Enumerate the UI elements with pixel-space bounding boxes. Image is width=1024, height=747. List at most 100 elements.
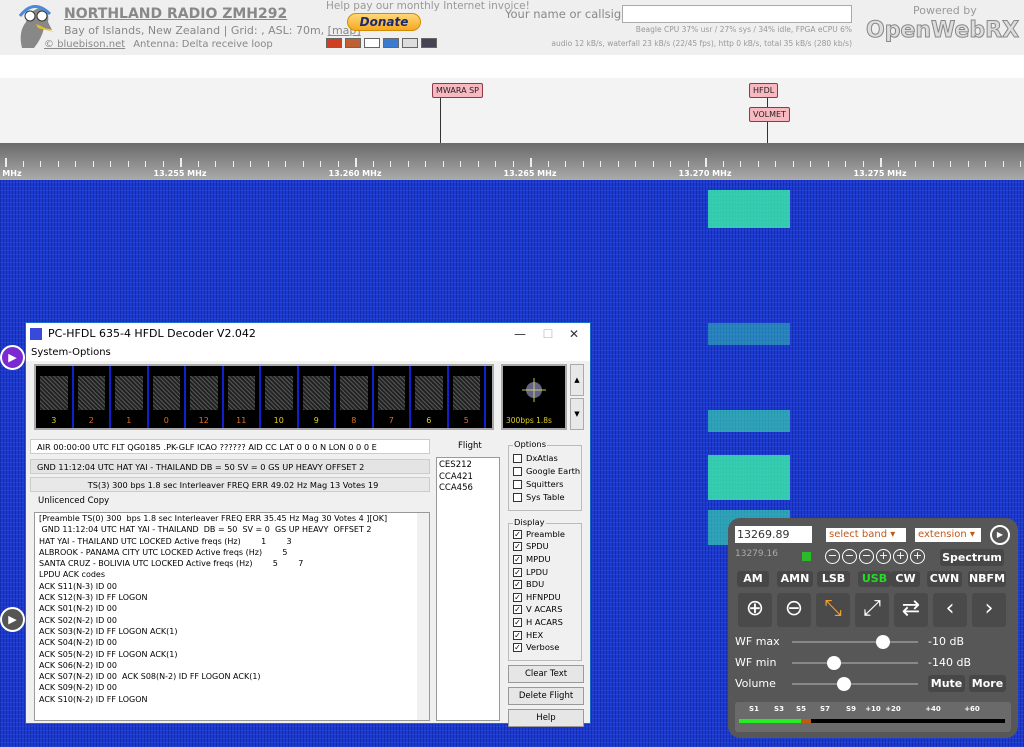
band-select[interactable]: select band ▾ (826, 528, 906, 542)
plus-icon[interactable]: + (876, 549, 891, 564)
flight-list[interactable]: CES212 CCA421 CCA456 (436, 457, 500, 721)
checkbox-icon[interactable]: ✓ (513, 554, 522, 564)
lock-icon[interactable] (802, 552, 811, 561)
checkbox-icon[interactable]: ✓ (513, 630, 522, 640)
flight-item[interactable]: CCA421 (439, 472, 497, 484)
checkbox-icon[interactable] (513, 467, 522, 476)
minimize-button[interactable]: — (506, 323, 534, 345)
scroll-down-button[interactable]: ▼ (570, 398, 584, 430)
wf-min-slider[interactable] (792, 656, 918, 670)
option-checkbox[interactable]: Google Earth (509, 465, 581, 478)
mode-am-button[interactable]: AM (737, 571, 769, 587)
slot-signal (40, 376, 68, 410)
scale-tick (92, 161, 94, 167)
display-checkbox[interactable]: ✓ HEX (509, 629, 581, 642)
display-checkbox[interactable]: ✓ MPDU (509, 553, 581, 566)
bookmark-volmet[interactable]: VOLMET (749, 107, 790, 122)
display-checkbox[interactable]: ✓ HFNPDU (509, 591, 581, 604)
wf-max-slider[interactable] (792, 635, 918, 649)
checkbox-icon[interactable]: ✓ (513, 605, 522, 615)
help-button[interactable]: Help (508, 709, 584, 727)
checkbox-icon[interactable]: ✓ (513, 542, 522, 552)
scale-tick (180, 158, 182, 167)
display-checkbox[interactable]: ✓ Verbose (509, 641, 581, 654)
donate-button[interactable]: Donate (347, 13, 421, 31)
copyright-link[interactable]: © bluebison.net (44, 39, 125, 50)
log-line: ACK S10(N-2) ID FF LOGON (39, 694, 148, 704)
openwebrx-logo[interactable]: OpenWebRX (865, 18, 1019, 44)
extension-select[interactable]: extension ▾ (915, 528, 981, 542)
slider-knob[interactable] (875, 635, 890, 649)
menu-system-options[interactable]: System-Options (26, 345, 590, 361)
delete-flight-button[interactable]: Delete Flight (508, 687, 584, 705)
window-titlebar[interactable]: PC-HFDL 635-4 HFDL Decoder V2.042 — ☐ ✕ (26, 323, 590, 345)
mode-usb-button[interactable]: USB (858, 571, 891, 587)
checkbox-icon[interactable]: ✓ (513, 567, 522, 577)
minus-icon[interactable]: − (825, 549, 840, 564)
zoom-in-icon[interactable]: ⊕ (738, 593, 772, 627)
more-button[interactable]: More (969, 675, 1006, 692)
scale-tick (250, 161, 251, 167)
step-left-icon[interactable]: ‹ (933, 593, 967, 627)
display-checkbox[interactable]: ✓ H ACARS (509, 616, 581, 629)
option-checkbox[interactable]: Sys Table (509, 491, 581, 504)
mode-lsb-button[interactable]: LSB (817, 571, 850, 587)
maximize-button[interactable]: ☐ (534, 323, 562, 345)
volume-slider[interactable] (792, 677, 918, 691)
spectrum-button[interactable]: Spectrum (940, 549, 1004, 566)
checkbox-icon[interactable]: ✓ (513, 592, 522, 602)
constellation-plot (522, 378, 546, 402)
option-checkbox[interactable]: DxAtlas (509, 452, 581, 465)
slider-knob[interactable] (836, 677, 851, 691)
flight-item[interactable]: CCA456 (439, 483, 497, 495)
minus-icon[interactable]: − (842, 549, 857, 564)
left-panel-toggle-2[interactable]: ▶ (0, 607, 25, 632)
log-scrollbar[interactable] (417, 513, 429, 720)
option-checkbox[interactable]: Squitters (509, 478, 581, 491)
display-checkbox[interactable]: ✓ Preamble (509, 528, 581, 541)
swap-icon[interactable]: ⇄ (894, 593, 928, 627)
slider-knob[interactable] (826, 656, 841, 670)
flight-item[interactable]: CES212 (439, 460, 497, 472)
checkbox-icon[interactable]: ✓ (513, 529, 522, 539)
bookmark-mwara-sp[interactable]: MWARA SP (432, 83, 483, 98)
mode-amn-button[interactable]: AMN (777, 571, 813, 587)
checkbox-icon[interactable]: ✓ (513, 617, 522, 627)
frequency-scale[interactable]: 50 MHz 13.255 MHz 13.260 MHz 13.265 MHz … (0, 143, 1024, 301)
clear-text-button[interactable]: Clear Text (508, 665, 584, 683)
mode-cwn-button[interactable]: CWN (927, 571, 962, 587)
plus-icon[interactable]: + (893, 549, 908, 564)
callsign-input[interactable] (622, 5, 852, 23)
zoom-full-icon[interactable]: ⤢ (855, 593, 889, 627)
mode-cw-button[interactable]: CW (891, 571, 920, 587)
frequency-input[interactable]: 13269.89 (735, 526, 812, 543)
decoder-log[interactable]: [Preamble TS(0) 300 bps 1.8 sec Interlea… (34, 512, 430, 721)
powered-by: Powered by (913, 4, 977, 17)
checkbox-icon[interactable] (513, 480, 522, 489)
scroll-up-button[interactable]: ▲ (570, 364, 584, 396)
checkbox-icon[interactable]: ✓ (513, 580, 522, 590)
scale-tick (215, 161, 216, 167)
display-checkbox[interactable]: ✓ LPDU (509, 566, 581, 579)
checkbox-icon[interactable] (513, 454, 522, 463)
checkbox-icon[interactable]: ✓ (513, 643, 522, 653)
play-icon[interactable]: ▶ (990, 525, 1010, 545)
app-icon (30, 328, 42, 340)
close-button[interactable]: ✕ (560, 323, 588, 345)
step-right-icon[interactable]: › (972, 593, 1006, 627)
mode-nbfm-button[interactable]: NBFM (968, 571, 1006, 587)
zoom-to-band-icon[interactable]: ⤡ (816, 593, 850, 627)
s-meter-label: S1 (749, 705, 759, 713)
station-title[interactable]: NORTHLAND RADIO ZMH292 (64, 6, 287, 22)
option-label: DxAtlas (526, 453, 558, 463)
bookmark-hfdl[interactable]: HFDL (749, 83, 779, 98)
mute-button[interactable]: Mute (928, 675, 965, 692)
minus-icon[interactable]: − (859, 549, 874, 564)
display-checkbox[interactable]: ✓ V ACARS (509, 604, 581, 617)
left-panel-toggle[interactable]: ▶ (0, 345, 25, 370)
zoom-out-icon[interactable]: ⊖ (777, 593, 811, 627)
checkbox-icon[interactable] (513, 493, 522, 502)
display-checkbox[interactable]: ✓ SPDU (509, 541, 581, 554)
display-checkbox[interactable]: ✓ BDU (509, 578, 581, 591)
plus-icon[interactable]: + (910, 549, 925, 564)
